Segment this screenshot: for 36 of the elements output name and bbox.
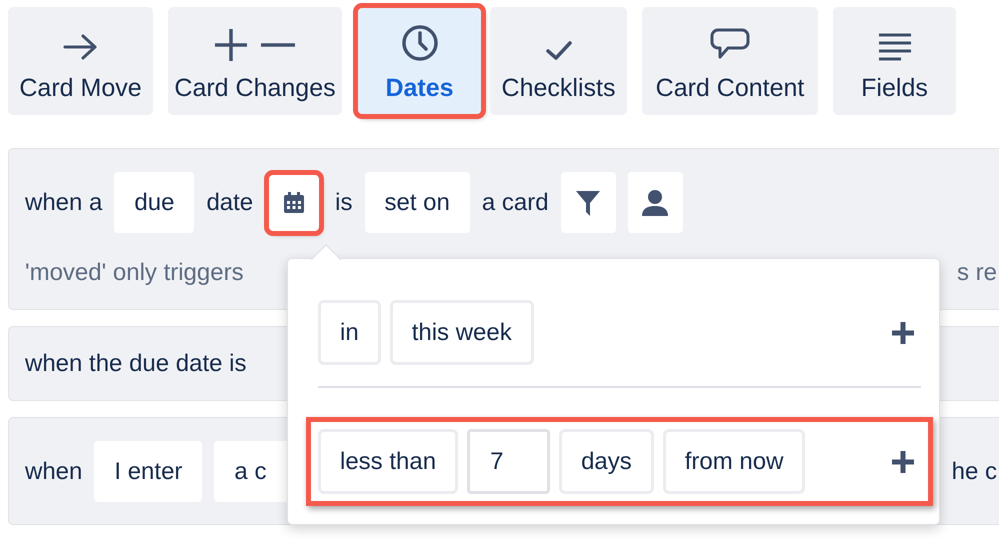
rule-text: a card [482,188,549,216]
category-tab[interactable]: Card Move [8,7,153,115]
clock-icon [400,24,438,62]
rule-text: when the due date is [25,350,246,378]
filter-button[interactable] [560,172,616,233]
option-chip[interactable]: in [318,300,381,365]
category-tab[interactable]: Checklists [490,7,627,115]
add-icon[interactable] [891,320,915,344]
hint-text: s re [956,259,997,287]
number-input[interactable]: 7 [467,429,550,494]
plus-minus-icon [213,28,297,62]
rule-text: is [335,188,352,216]
rule-text: date [206,188,254,216]
rule-text: when a [25,188,102,216]
calendar-icon [282,190,306,214]
option-chip[interactable]: I enter [94,441,202,502]
category-tab[interactable]: Fields [833,7,956,115]
category-tab[interactable]: Dates [357,7,482,115]
option-chip[interactable]: this week [390,300,534,365]
category-tab[interactable]: Card Content [642,7,818,115]
option-chip[interactable]: due [114,172,194,233]
option-chip[interactable]: from now [662,429,806,494]
filter-icon [575,188,602,216]
hint-text: 'moved' only triggers [25,259,244,287]
text-lines-icon [876,32,912,62]
option-chip[interactable]: less than [318,429,458,494]
option-chip[interactable]: set on [364,172,470,233]
checkmark-icon [544,40,572,62]
add-icon[interactable] [891,450,915,474]
rule-text: when [25,458,82,486]
option-chip[interactable]: days [559,429,654,494]
category-tab[interactable]: Card Changes [168,7,342,115]
member-button[interactable] [628,172,683,233]
rule-text: he c [952,458,997,486]
person-icon [641,188,670,216]
calendar-button[interactable] [269,174,320,230]
